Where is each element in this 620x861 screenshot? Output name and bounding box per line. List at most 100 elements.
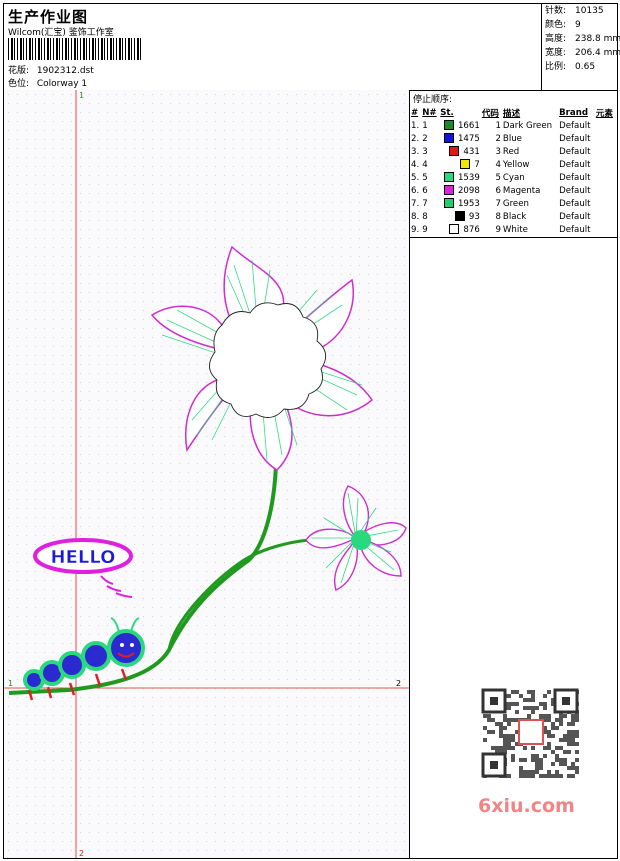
hello-text: HELLO bbox=[51, 547, 116, 568]
design-file-value: 1902312.dst bbox=[36, 66, 94, 76]
color-table-row: 2. 2 1475 2 Blue Default bbox=[410, 132, 616, 145]
row-index: 9. bbox=[411, 224, 420, 235]
row-description: Black bbox=[502, 211, 527, 222]
stat-height: 高度: 238.8 mm bbox=[542, 32, 620, 46]
row-number: 5 bbox=[422, 172, 428, 183]
row-index: 6. bbox=[411, 185, 420, 196]
embroidery-preview: HELLO 1 1 2 2 bbox=[4, 90, 409, 858]
row-brand: Default bbox=[559, 120, 591, 131]
row-number: 7 bbox=[422, 198, 428, 209]
sheet-header: 生产作业图 Wilcom(汇宝) 鉴饰工作室 花版: 1902312.dst 色… bbox=[4, 4, 620, 91]
stat-value: 10135 bbox=[575, 6, 604, 16]
colorway-label: 色位: bbox=[8, 79, 30, 89]
row-number: 8 bbox=[422, 211, 428, 222]
stat-value: 206.4 mm bbox=[575, 48, 620, 58]
row-element bbox=[595, 184, 616, 197]
row-index: 7. bbox=[411, 198, 420, 209]
row-code: 6 bbox=[495, 185, 501, 196]
row-index: 1. bbox=[411, 120, 420, 131]
row-index: 8. bbox=[411, 211, 420, 222]
stat-colors: 颜色: 9 bbox=[542, 18, 618, 32]
stitch-count: 1475 bbox=[457, 133, 480, 144]
page-title: 生产作业图 bbox=[8, 8, 89, 26]
row-description: Red bbox=[502, 146, 520, 157]
row-description: Green bbox=[502, 198, 529, 209]
production-sheet: 生产作业图 Wilcom(汇宝) 鉴饰工作室 花版: 1902312.dst 色… bbox=[3, 3, 620, 859]
stat-label: 比例: bbox=[545, 62, 567, 72]
stitch-count: 1953 bbox=[457, 198, 480, 209]
axis-label-bottom: 2 bbox=[79, 849, 84, 858]
hello-bubble: HELLO bbox=[33, 538, 133, 598]
row-number: 1 bbox=[422, 120, 428, 131]
row-stitches: 1953 bbox=[439, 197, 481, 210]
watermark-text: 6xiu.com bbox=[478, 795, 575, 817]
stitch-count: 876 bbox=[463, 224, 480, 235]
row-element bbox=[595, 119, 616, 132]
color-swatch bbox=[443, 185, 454, 196]
row-stitches: 2098 bbox=[439, 184, 481, 197]
row-stitches: 7 bbox=[439, 158, 481, 171]
color-table-row: 8. 8 93 8 Black Default bbox=[410, 210, 616, 223]
stat-value: 238.8 mm bbox=[575, 34, 620, 44]
small-flower bbox=[305, 485, 407, 591]
color-table: # N# St. 代码 描述 Brand 元素 1. 1 1661 1 Dark Gre… bbox=[410, 107, 616, 236]
color-table-row: 4. 4 7 4 Yellow Default bbox=[410, 158, 616, 171]
color-table-row: 3. 3 431 3 Red Default bbox=[410, 145, 616, 158]
axis-label-left: 1 bbox=[8, 679, 13, 688]
row-code: 1 bbox=[495, 120, 501, 131]
row-code: 8 bbox=[495, 211, 501, 222]
row-description: Magenta bbox=[502, 185, 541, 196]
col-index: # bbox=[411, 108, 419, 118]
design-canvas: HELLO 1 1 2 2 bbox=[4, 90, 410, 858]
stitch-count: 431 bbox=[463, 146, 480, 157]
stat-value: 0.65 bbox=[575, 62, 596, 72]
row-number: 9 bbox=[422, 224, 428, 235]
row-element bbox=[595, 132, 616, 145]
company-name: Wilcom(汇宝) 鉴饰工作室 bbox=[8, 28, 114, 38]
row-brand: Default bbox=[559, 224, 591, 235]
stop-sequence-title: 停止顺序: bbox=[413, 95, 453, 105]
row-element bbox=[595, 197, 616, 210]
row-number: 3 bbox=[422, 146, 428, 157]
color-swatch bbox=[454, 211, 465, 222]
colorway-value: Colorway 1 bbox=[36, 79, 88, 89]
row-index: 3. bbox=[411, 146, 420, 157]
color-table-box: 停止顺序: # N# St. 代码 描述 Brand 元素 1. 1 1661 1 Da… bbox=[410, 90, 617, 238]
row-description: Cyan bbox=[502, 172, 525, 183]
color-swatch bbox=[443, 172, 454, 183]
row-index: 2. bbox=[411, 133, 420, 144]
row-description: Blue bbox=[502, 133, 522, 144]
row-brand: Default bbox=[559, 185, 591, 196]
row-description: White bbox=[502, 224, 528, 235]
stats-panel: 针数: 10135 颜色: 9 高度: 238.8 mm 宽度: 206.4 mm 比例… bbox=[541, 4, 620, 90]
design-file-label: 花版: bbox=[8, 66, 30, 76]
stat-scale: 比例: 0.65 bbox=[542, 60, 618, 74]
row-stitches: 93 bbox=[439, 210, 481, 223]
color-swatch bbox=[443, 198, 454, 209]
row-stitches: 431 bbox=[439, 145, 481, 158]
row-index: 5. bbox=[411, 172, 420, 183]
row-index: 4. bbox=[411, 159, 420, 170]
row-number: 2 bbox=[422, 133, 428, 144]
row-brand: Default bbox=[559, 159, 591, 170]
stat-value: 9 bbox=[575, 20, 581, 30]
row-stitches: 1475 bbox=[439, 132, 481, 145]
main-stem bbox=[8, 464, 278, 695]
row-element bbox=[595, 223, 616, 236]
stitch-count: 93 bbox=[468, 211, 480, 222]
stitch-count: 2098 bbox=[457, 185, 480, 196]
row-brand: Default bbox=[559, 172, 591, 183]
color-swatch bbox=[460, 159, 471, 170]
row-code: 2 bbox=[495, 133, 501, 144]
stat-label: 高度: bbox=[545, 34, 567, 44]
color-swatch bbox=[449, 224, 460, 235]
stat-label: 颜色: bbox=[545, 20, 567, 30]
axis-label-top: 1 bbox=[79, 91, 84, 100]
row-stitches: 876 bbox=[439, 223, 481, 236]
side-stem bbox=[167, 538, 310, 651]
row-stitches: 1539 bbox=[439, 171, 481, 184]
stat-label: 宽度: bbox=[545, 48, 567, 58]
color-table-row: 5. 5 1539 5 Cyan Default bbox=[410, 171, 616, 184]
col-number: N# bbox=[422, 108, 437, 118]
row-brand: Default bbox=[559, 133, 591, 144]
